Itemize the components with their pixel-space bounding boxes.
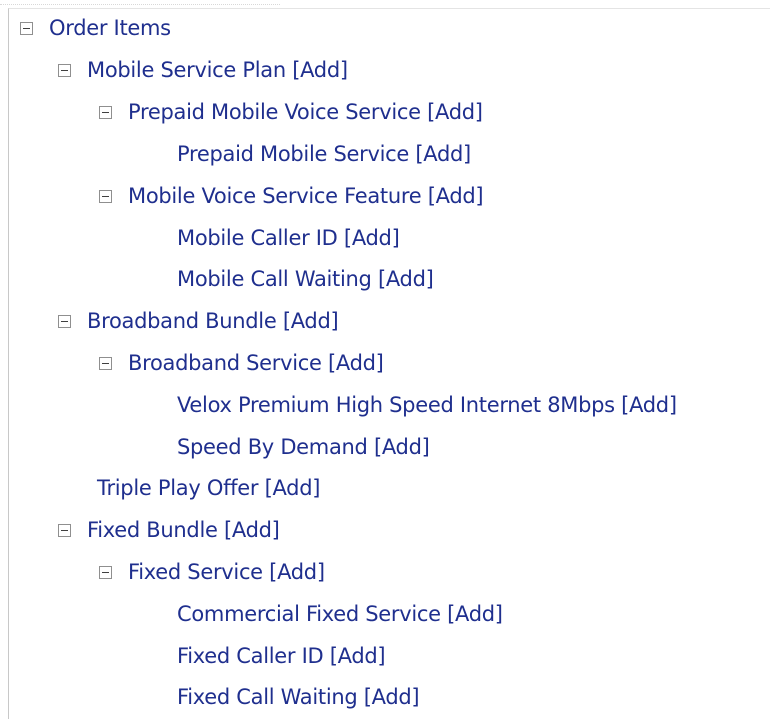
tree-node-label[interactable]: Prepaid Mobile Service [Add] [177, 134, 471, 174]
tree-node-prepaid-mobile-service[interactable]: Prepaid Mobile Service [Add] [177, 134, 471, 174]
tree-node-mobile-service-plan[interactable]: Mobile Service Plan [Add] [58, 50, 348, 90]
tree-node-triple-play-offer[interactable]: Triple Play Offer [Add] [97, 468, 320, 508]
tree-node-mobile-caller-id[interactable]: Mobile Caller ID [Add] [177, 218, 400, 258]
tree-node-fixed-call-waiting[interactable]: Fixed Call Waiting [Add] [177, 677, 420, 717]
tree-node-mobile-call-waiting[interactable]: Mobile Call Waiting [Add] [177, 259, 434, 299]
tree-node-label[interactable]: Commercial Fixed Service [Add] [177, 594, 503, 634]
tree-node-label[interactable]: Fixed Call Waiting [Add] [177, 677, 420, 717]
order-items-tree: Order Items Mobile Service Plan [Add] Pr… [0, 0, 770, 719]
tree-node-fixed-service[interactable]: Fixed Service [Add] [99, 552, 325, 592]
tree-node-velox-premium-internet[interactable]: Velox Premium High Speed Internet 8Mbps … [177, 385, 677, 425]
tree-node-label[interactable]: Mobile Voice Service Feature [Add] [128, 176, 484, 216]
collapse-icon[interactable] [99, 189, 112, 203]
tree-node-order-items[interactable]: Order Items [20, 8, 171, 48]
tree-node-label[interactable]: Broadband Bundle [Add] [87, 301, 339, 341]
tree-node-commercial-fixed-service[interactable]: Commercial Fixed Service [Add] [177, 594, 503, 634]
tree-node-broadband-bundle[interactable]: Broadband Bundle [Add] [58, 301, 339, 341]
tree-node-label[interactable]: Fixed Service [Add] [128, 552, 325, 592]
tree-node-fixed-bundle[interactable]: Fixed Bundle [Add] [58, 510, 280, 550]
tree-node-label[interactable]: Fixed Bundle [Add] [87, 510, 280, 550]
tree-node-label[interactable]: Mobile Caller ID [Add] [177, 218, 400, 258]
tree-node-prepaid-mobile-voice-service[interactable]: Prepaid Mobile Voice Service [Add] [99, 92, 483, 132]
tree-node-label[interactable]: Mobile Service Plan [Add] [87, 50, 348, 90]
tree-node-fixed-caller-id[interactable]: Fixed Caller ID [Add] [177, 636, 386, 676]
tree-node-label[interactable]: Mobile Call Waiting [Add] [177, 259, 434, 299]
collapse-icon[interactable] [20, 21, 33, 35]
tree-node-label[interactable]: Speed By Demand [Add] [177, 427, 430, 467]
tree-node-label[interactable]: Fixed Caller ID [Add] [177, 636, 386, 676]
tree-node-speed-by-demand[interactable]: Speed By Demand [Add] [177, 427, 430, 467]
collapse-icon[interactable] [99, 565, 112, 579]
tree-node-label[interactable]: Prepaid Mobile Voice Service [Add] [128, 92, 483, 132]
tree-node-label[interactable]: Order Items [49, 8, 171, 48]
collapse-icon[interactable] [58, 314, 71, 328]
collapse-icon[interactable] [99, 105, 112, 119]
tree-node-label[interactable]: Broadband Service [Add] [128, 343, 384, 383]
tree-node-mobile-voice-service-feature[interactable]: Mobile Voice Service Feature [Add] [99, 176, 484, 216]
tree-node-broadband-service[interactable]: Broadband Service [Add] [99, 343, 384, 383]
tree-node-label[interactable]: Velox Premium High Speed Internet 8Mbps … [177, 385, 677, 425]
collapse-icon[interactable] [58, 523, 71, 537]
collapse-icon[interactable] [99, 356, 112, 370]
tree-node-label[interactable]: Triple Play Offer [Add] [97, 468, 320, 508]
collapse-icon[interactable] [58, 63, 71, 77]
